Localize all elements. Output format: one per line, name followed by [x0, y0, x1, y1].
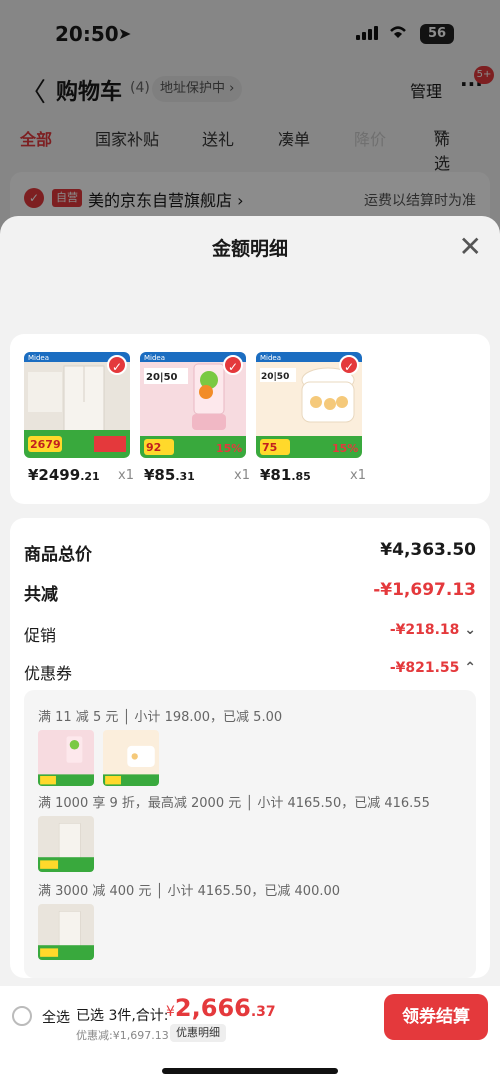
product-image-fridge: Midea 2679 ✓ — [24, 352, 130, 458]
chevron-down-icon: ⌄ — [464, 622, 476, 638]
svg-text:20|50: 20|50 — [146, 372, 178, 383]
product-price: ¥2499.21 — [28, 466, 100, 484]
product-checkbox[interactable]: ✓ — [223, 355, 243, 375]
coupon-value-wrap: -¥821.55 ⌃ — [390, 660, 476, 676]
price-dec: .31 — [175, 470, 195, 483]
product-price: ¥81.85 — [260, 466, 311, 484]
coupon-group-thumbs — [38, 730, 163, 790]
price-int: ¥85 — [144, 466, 176, 484]
close-icon[interactable]: ✕ — [459, 230, 482, 263]
total-dec: .37 — [250, 1004, 276, 1020]
svg-text:75: 75 — [262, 441, 277, 454]
coupon-group-title: 满 1000 享 9 折，最高减 2000 元 │ 小计 4165.50，已减 … — [38, 796, 430, 811]
sheet-title: 金额明细 — [211, 238, 288, 260]
select-all-label[interactable]: 全选 — [42, 1007, 70, 1027]
product-checkbox[interactable]: ✓ — [107, 355, 127, 375]
svg-text:20|50: 20|50 — [261, 372, 289, 382]
mini-image-steamer — [103, 730, 160, 786]
svg-text:92: 92 — [146, 441, 161, 454]
product-image-blender: Midea 20|50 92 15% ✓ — [140, 352, 246, 458]
coupon-group-thumbs — [38, 816, 98, 876]
total-label: 商品总价 — [24, 545, 92, 565]
coupon-group-title: 满 3000 减 400 元 │ 小计 4165.50，已减 400.00 — [38, 884, 341, 899]
product-price: ¥85.31 — [144, 466, 195, 484]
discount-detail-button[interactable]: 优惠明细 — [170, 1024, 226, 1042]
svg-text:Midea: Midea — [28, 354, 49, 362]
product-qty: x1 — [118, 468, 134, 483]
home-indicator — [162, 1068, 338, 1074]
svg-text:15%: 15% — [216, 442, 242, 455]
product-item[interactable]: Midea 20|50 92 15% ✓ ¥85.31 x1 — [140, 352, 250, 484]
coupon-detail-box: 满 11 减 5 元 │ 小计 198.00，已减 5.00 满 1000 享 … — [24, 690, 476, 978]
discount-text: 优惠减:¥1,697.13 — [76, 1029, 169, 1042]
coupon-row[interactable]: 优惠券 -¥821.55 ⌃ — [24, 660, 476, 684]
price-summary-card: 商品总价 ¥4,363.50 共减 -¥1,697.13 促销 -¥218.18… — [10, 518, 490, 978]
price-int: ¥81 — [260, 466, 292, 484]
promo-value-wrap: -¥218.18 ⌄ — [390, 622, 476, 638]
product-item[interactable]: Midea 2679 ✓ ¥2499.21 x1 — [24, 352, 134, 484]
svg-text:Midea: Midea — [260, 354, 281, 362]
product-qty: x1 — [350, 468, 366, 483]
product-checkbox[interactable]: ✓ — [339, 355, 359, 375]
mini-image-fridge — [38, 816, 94, 872]
reduce-row: 共减 -¥1,697.13 — [24, 580, 476, 605]
reduce-value: -¥1,697.13 — [373, 580, 476, 600]
total-value: ¥4,363.50 — [380, 540, 476, 560]
coupon-group-title: 满 11 减 5 元 │ 小计 198.00，已减 5.00 — [38, 710, 283, 725]
promo-label: 促销 — [24, 626, 57, 645]
promo-value: -¥218.18 — [389, 622, 460, 638]
svg-text:2679: 2679 — [30, 438, 61, 451]
total-currency: ¥ — [166, 1004, 175, 1020]
reduce-label: 共减 — [24, 585, 58, 605]
total-int: 2,666 — [174, 994, 251, 1022]
svg-text:15%: 15% — [332, 442, 358, 455]
product-item[interactable]: Midea 20|50 75 15% ✓ ¥81.85 x1 — [256, 352, 366, 484]
total-row: 商品总价 ¥4,363.50 — [24, 540, 476, 565]
amount-detail-sheet: 金额明细 ✕ Midea 2679 ✓ ¥2499.21 x1 Midea 20… — [0, 216, 500, 1083]
chevron-up-icon: ⌃ — [464, 660, 476, 676]
svg-text:Midea: Midea — [144, 354, 165, 362]
price-dec: .21 — [80, 470, 100, 483]
mini-image-fridge — [38, 904, 94, 960]
product-list-card: Midea 2679 ✓ ¥2499.21 x1 Midea 20|50 92 … — [10, 334, 490, 504]
total-amount: ¥2,666.37 — [166, 994, 276, 1022]
product-qty: x1 — [234, 468, 250, 483]
promo-row[interactable]: 促销 -¥218.18 ⌄ — [24, 622, 476, 646]
coupon-label: 优惠券 — [24, 664, 73, 683]
mini-image-blender — [38, 730, 94, 786]
product-image-steamer: Midea 20|50 75 15% ✓ — [256, 352, 362, 458]
select-all-radio[interactable] — [12, 1006, 32, 1026]
price-dec: .85 — [291, 470, 311, 483]
checkout-button[interactable]: 领券结算 — [384, 994, 488, 1040]
coupon-value: -¥821.55 — [389, 660, 460, 676]
price-int: ¥2499 — [28, 466, 81, 484]
selected-count: 已选 3件,合计: — [76, 1008, 169, 1024]
coupon-group-thumbs — [38, 904, 98, 964]
